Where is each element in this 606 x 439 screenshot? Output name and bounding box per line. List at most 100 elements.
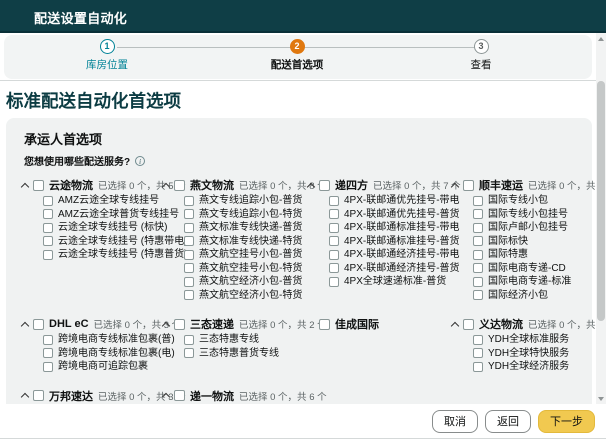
service-checkbox[interactable] — [43, 223, 53, 233]
service-checkbox[interactable] — [473, 335, 483, 345]
service-checkbox[interactable] — [473, 362, 483, 372]
service-option[interactable]: 燕文航空挂号小包-普货 — [184, 249, 308, 260]
service-option[interactable]: 4PX-联邮通优先挂号-带电 — [329, 195, 452, 206]
service-checkbox[interactable] — [184, 236, 194, 246]
service-checkbox[interactable] — [473, 348, 483, 358]
scrollbar-thumb[interactable] — [597, 81, 605, 321]
service-checkbox[interactable] — [43, 236, 53, 246]
service-option[interactable]: AMZ云途全球专线挂号 — [43, 195, 163, 206]
service-option[interactable]: 4PX全球速递标准-普货 — [329, 276, 452, 287]
service-checkbox[interactable] — [184, 290, 194, 300]
service-checkbox[interactable] — [184, 196, 194, 206]
service-checkbox[interactable] — [43, 250, 53, 260]
service-option[interactable]: 国际电商专递-CD — [473, 263, 596, 274]
service-option[interactable]: YDH全球经济服务 — [473, 361, 596, 372]
service-checkbox[interactable] — [473, 223, 483, 233]
service-option[interactable]: 国际特惠 — [473, 249, 596, 260]
service-checkbox[interactable] — [473, 236, 483, 246]
service-checkbox[interactable] — [329, 209, 339, 219]
service-checkbox[interactable] — [473, 263, 483, 273]
carrier-group-checkbox[interactable] — [463, 180, 474, 191]
back-button[interactable]: 返回 — [485, 410, 531, 433]
service-checkbox[interactable] — [184, 223, 194, 233]
service-checkbox[interactable] — [184, 250, 194, 260]
service-option[interactable]: 三态特惠普货专线 — [184, 348, 308, 359]
carrier-group-checkbox[interactable] — [33, 180, 44, 191]
carrier-group-checkbox[interactable] — [319, 319, 330, 330]
service-checkbox[interactable] — [329, 250, 339, 260]
carrier-group-checkbox[interactable] — [33, 319, 44, 330]
service-checkbox[interactable] — [329, 277, 339, 287]
service-checkbox[interactable] — [43, 362, 53, 372]
service-option[interactable]: YDH全球特快服务 — [473, 348, 596, 359]
service-option[interactable]: 云途全球专线挂号 (特惠带电) — [43, 236, 163, 247]
service-option[interactable]: 4PX-联邮通经济挂号-带电 — [329, 249, 452, 260]
service-checkbox[interactable] — [473, 277, 483, 287]
scroll-up-arrow-icon[interactable] — [598, 37, 604, 41]
service-option[interactable]: 云途全球专线挂号 (标快) — [43, 222, 163, 233]
collapse-chevron-icon[interactable] — [21, 182, 29, 190]
service-option[interactable]: 云途全球专线挂号 (特惠普货) — [43, 249, 163, 260]
service-checkbox[interactable] — [329, 223, 339, 233]
service-checkbox[interactable] — [43, 335, 53, 345]
service-checkbox[interactable] — [329, 196, 339, 206]
cancel-button[interactable]: 取消 — [432, 410, 478, 433]
service-option[interactable]: 国际经济小包 — [473, 290, 596, 301]
service-option[interactable]: 国际电商专递-标准 — [473, 276, 596, 287]
service-option[interactable]: 三态特惠专线 — [184, 334, 308, 345]
service-checkbox[interactable] — [184, 277, 194, 287]
service-option[interactable]: 燕文航空经济小包-特货 — [184, 290, 308, 301]
service-option[interactable]: 4PX-联邮通标准挂号-普货 — [329, 236, 452, 247]
service-option[interactable]: 燕文航空经济小包-普货 — [184, 276, 308, 287]
service-option[interactable]: 燕文标准专线快递-普货 — [184, 222, 308, 233]
collapse-chevron-icon[interactable] — [307, 182, 315, 190]
service-option[interactable]: 燕文专线追踪小包-普货 — [184, 195, 308, 206]
carrier-group-checkbox[interactable] — [319, 180, 330, 191]
service-checkbox[interactable] — [43, 348, 53, 358]
carrier-group-checkbox[interactable] — [174, 180, 185, 191]
service-checkbox[interactable] — [43, 196, 53, 206]
service-checkbox[interactable] — [329, 263, 339, 273]
collapse-chevron-icon[interactable] — [451, 182, 459, 190]
collapse-chevron-icon[interactable] — [21, 393, 29, 401]
service-option[interactable]: 国际专线小包 — [473, 195, 596, 206]
next-step-button[interactable]: 下一步 — [538, 410, 595, 433]
service-option[interactable]: 国际标快 — [473, 236, 596, 247]
step-review[interactable]: 3 查看 — [416, 39, 546, 72]
collapse-chevron-icon[interactable] — [162, 182, 170, 190]
collapse-chevron-icon[interactable] — [162, 321, 170, 329]
collapse-chevron-icon[interactable] — [162, 393, 170, 401]
carrier-group-checkbox[interactable] — [33, 390, 44, 401]
collapse-chevron-icon[interactable] — [451, 321, 459, 329]
step-warehouse-location[interactable]: 1 库房位置 — [42, 39, 172, 72]
service-option[interactable]: 跨境电商专线标准包裹(普) — [43, 334, 163, 345]
carrier-group-checkbox[interactable] — [174, 319, 185, 330]
service-option[interactable]: AMZ云途全球普货专线挂号 — [43, 209, 163, 220]
step-shipping-preferences[interactable]: 2 配送首选项 — [232, 39, 362, 72]
service-option[interactable]: 4PX-联邮通经济挂号-普货 — [329, 263, 452, 274]
service-checkbox[interactable] — [184, 335, 194, 345]
service-checkbox[interactable] — [184, 209, 194, 219]
service-option[interactable]: 燕文航空挂号小包-特货 — [184, 263, 308, 274]
service-option[interactable]: 国际专线小包挂号 — [473, 209, 596, 220]
service-checkbox[interactable] — [329, 236, 339, 246]
collapse-chevron-icon[interactable] — [21, 321, 29, 329]
service-option[interactable]: 国际卢邮小包挂号 — [473, 222, 596, 233]
service-checkbox[interactable] — [473, 196, 483, 206]
service-option[interactable]: 4PX-联邮通标准挂号-带电 — [329, 222, 452, 233]
service-option[interactable]: 跨境电商专线标准包裹(电) — [43, 348, 163, 359]
service-checkbox[interactable] — [473, 250, 483, 260]
vertical-scrollbar[interactable] — [596, 33, 606, 405]
service-option[interactable]: YDH全球标准服务 — [473, 334, 596, 345]
service-checkbox[interactable] — [184, 263, 194, 273]
info-icon[interactable]: i — [135, 156, 145, 166]
scroll-down-arrow-icon[interactable] — [598, 397, 604, 401]
service-option[interactable]: 跨境电商可追踪包裹 — [43, 361, 163, 372]
service-checkbox[interactable] — [43, 209, 53, 219]
service-option[interactable]: 4PX-联邮通优先挂号-普货 — [329, 209, 452, 220]
service-option[interactable]: 燕文标准专线快递-特货 — [184, 236, 308, 247]
service-checkbox[interactable] — [473, 290, 483, 300]
carrier-group-checkbox[interactable] — [174, 390, 185, 401]
service-option[interactable]: 燕文专线追踪小包-特货 — [184, 209, 308, 220]
carrier-group-checkbox[interactable] — [463, 319, 474, 330]
